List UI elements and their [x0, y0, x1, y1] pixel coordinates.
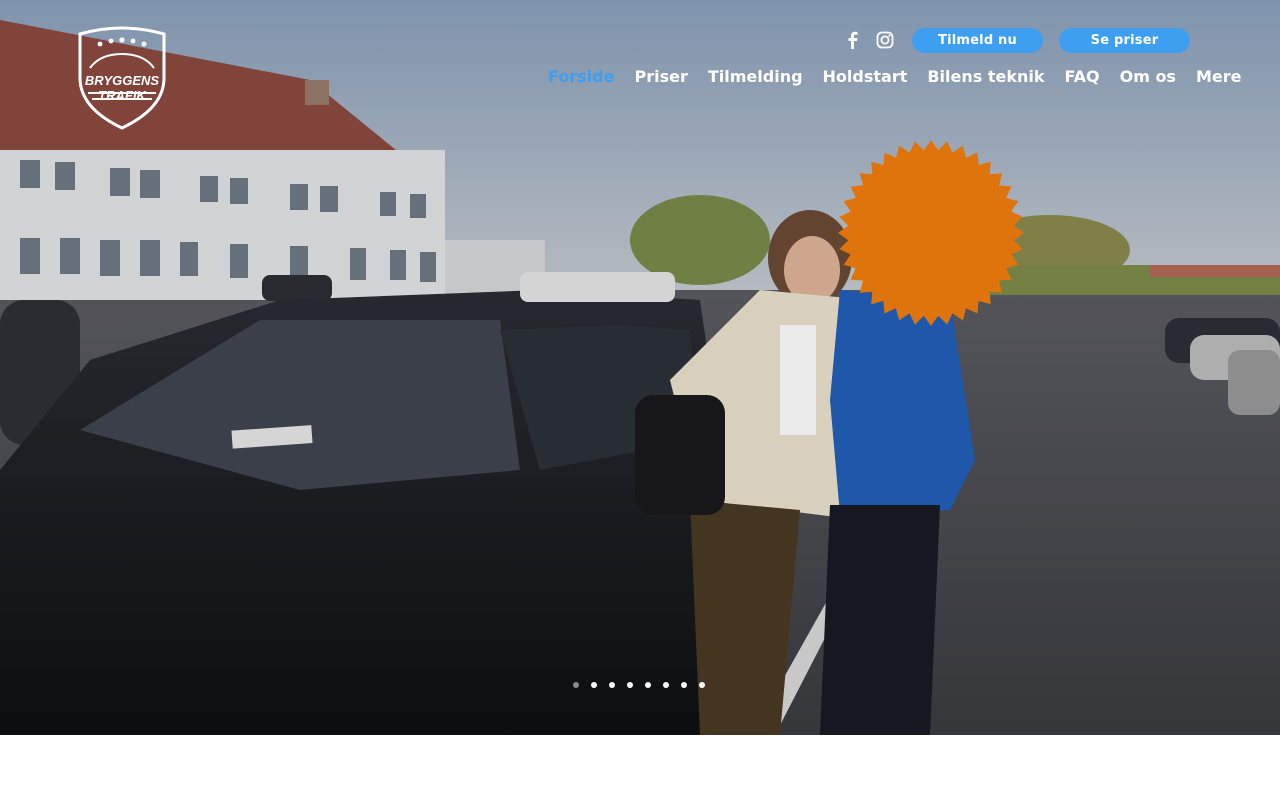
nav-item-bilens-teknik[interactable]: Bilens teknik: [927, 66, 1044, 88]
logo-wordmark-top: BRYGGENS: [85, 73, 159, 88]
slide-dot-1[interactable]: [573, 682, 579, 688]
social-links: [844, 30, 894, 50]
slide-dot-7[interactable]: [681, 682, 687, 688]
nav-item-forside[interactable]: Forside: [548, 66, 614, 88]
instagram-icon[interactable]: [876, 30, 894, 50]
slide-dot-3[interactable]: [609, 682, 615, 688]
slide-dot-5[interactable]: [645, 682, 651, 688]
hero-slideshow: BRYGGENS TRAFIK Tilmeld nu Se priser For…: [0, 0, 1280, 735]
slide-dot-6[interactable]: [663, 682, 669, 688]
page-content-area: [0, 735, 1280, 800]
nav-item-faq[interactable]: FAQ: [1065, 66, 1100, 88]
slide-dot-8[interactable]: [699, 682, 705, 688]
slide-dot-2[interactable]: [591, 682, 597, 688]
hero-photo: [0, 0, 1280, 735]
brand-logo[interactable]: BRYGGENS TRAFIK: [70, 26, 174, 130]
main-navigation: Forside Priser Tilmelding Holdstart Bile…: [548, 66, 1241, 88]
nav-item-priser[interactable]: Priser: [634, 66, 687, 88]
nav-item-holdstart[interactable]: Holdstart: [823, 66, 908, 88]
starburst-badge: [838, 140, 1024, 326]
facebook-icon[interactable]: [844, 30, 862, 50]
signup-button[interactable]: Tilmeld nu: [912, 28, 1043, 53]
see-prices-button[interactable]: Se priser: [1059, 28, 1190, 53]
nav-item-om-os[interactable]: Om os: [1120, 66, 1176, 88]
logo-wordmark-bottom: TRAFIK: [98, 88, 147, 103]
slideshow-pagination: [573, 682, 705, 688]
nav-item-tilmelding[interactable]: Tilmelding: [708, 66, 803, 88]
nav-item-mere[interactable]: Mere: [1196, 66, 1242, 88]
slide-dot-4[interactable]: [627, 682, 633, 688]
